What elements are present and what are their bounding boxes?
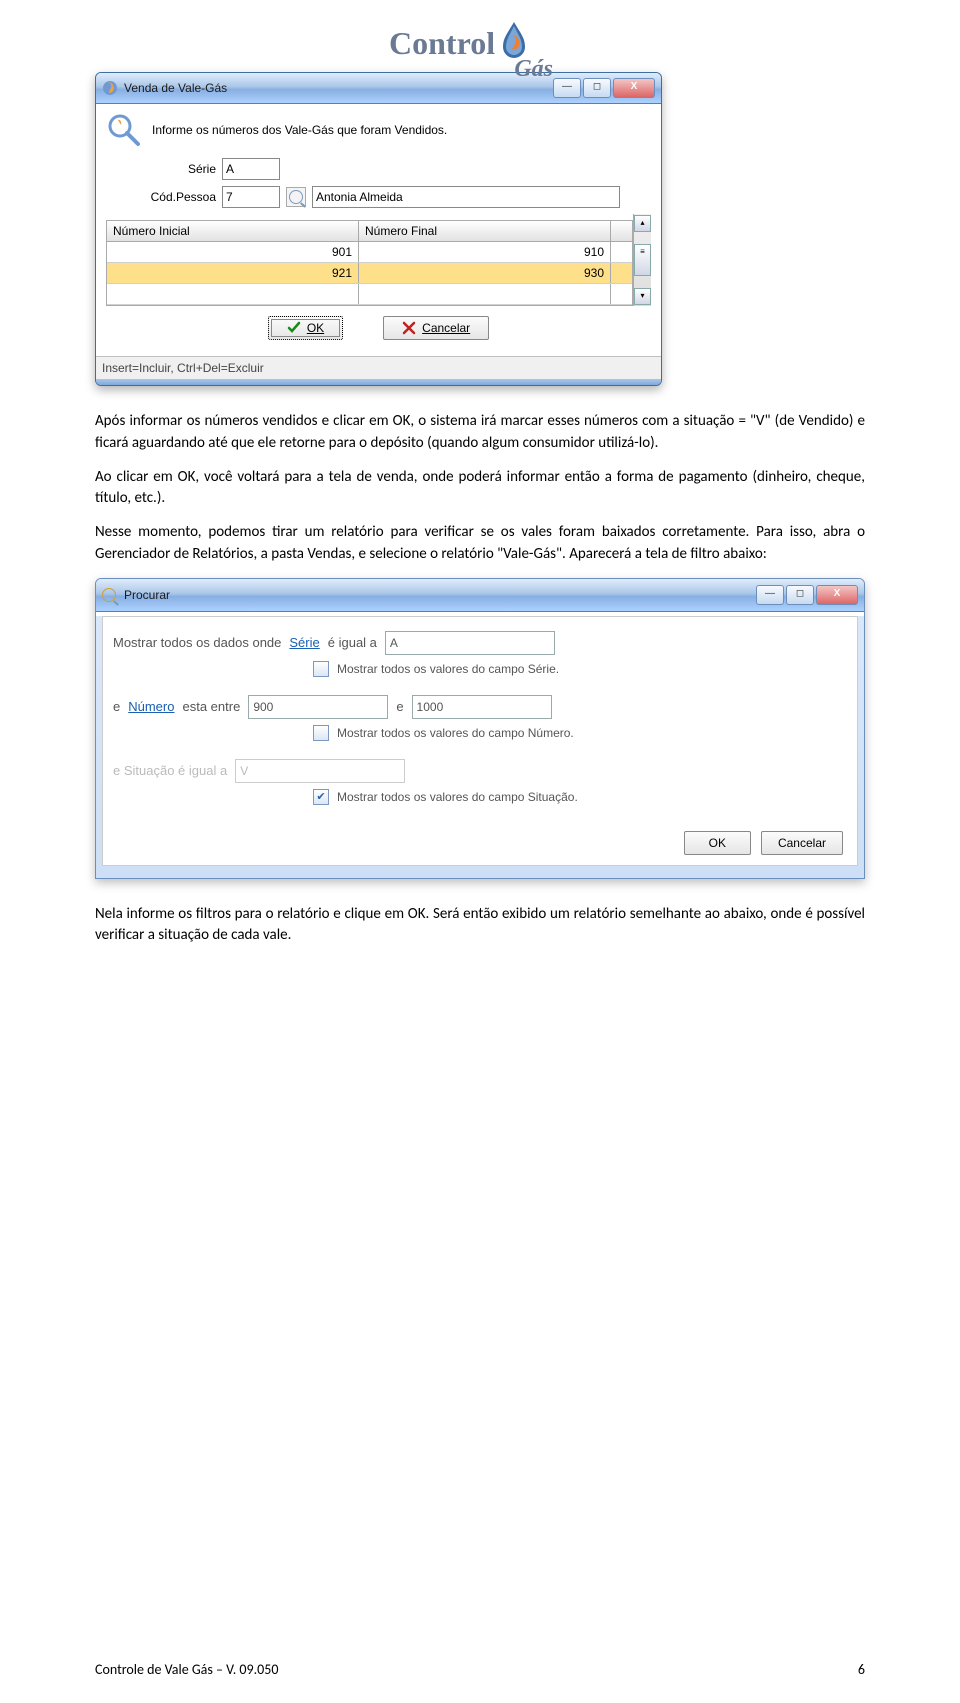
- cancel-label: Cancelar: [422, 321, 470, 335]
- footer-page-number: 6: [858, 1661, 865, 1678]
- maximize-button[interactable]: ◻: [786, 585, 814, 605]
- filter-field-numero[interactable]: Número: [128, 699, 174, 714]
- dialog-icon: [106, 112, 142, 148]
- serie-filter-input[interactable]: A: [385, 631, 555, 655]
- scroll-thumb[interactable]: ≡: [634, 244, 651, 276]
- paragraph: Ao clicar em OK, você voltará para a tel…: [95, 467, 865, 511]
- scrollbar[interactable]: ▴ ≡ ▾: [633, 214, 651, 306]
- table-row[interactable]: 901 910: [107, 242, 632, 263]
- cancel-button[interactable]: Cancelar: [383, 316, 489, 340]
- ok-button[interactable]: OK: [268, 316, 343, 340]
- codpessoa-label: Cód.Pessoa: [146, 190, 216, 204]
- scroll-up-icon[interactable]: ▴: [634, 215, 651, 232]
- search-icon: [102, 588, 116, 602]
- paragraph: Nela informe os filtros para o relatório…: [95, 904, 865, 948]
- ok-label: OK: [709, 836, 726, 850]
- window-procurar: Procurar — ◻ X Mostrar todos os dados on…: [95, 578, 865, 879]
- cancel-button[interactable]: Cancelar: [761, 831, 843, 855]
- cell-ini: 921: [107, 263, 359, 283]
- table-row[interactable]: [107, 284, 632, 305]
- numero-from-input[interactable]: 900: [248, 695, 388, 719]
- serie-input[interactable]: A: [222, 158, 280, 180]
- serie-label: Série: [146, 162, 216, 176]
- flame-drop-icon: [499, 20, 529, 60]
- procurar-title: Procurar: [124, 588, 170, 602]
- cancel-label: Cancelar: [778, 836, 826, 850]
- checkbox-label: Mostrar todos os valores do campo Situaç…: [337, 790, 578, 804]
- cell-ini: 901: [107, 242, 359, 262]
- filter-field-serie[interactable]: Série: [289, 635, 319, 650]
- dialog-info: Informe os números dos Vale-Gás que fora…: [152, 123, 447, 137]
- paragraph: Nesse momento, podemos tirar um relatóri…: [95, 522, 865, 566]
- situacao-filter-input: V: [235, 759, 405, 783]
- paragraph: Após informar os números vendidos e clic…: [95, 411, 865, 455]
- checkbox-serie-all[interactable]: [313, 661, 329, 677]
- titlebar[interactable]: Venda de Vale-Gás — ◻ X: [96, 73, 661, 104]
- scroll-down-icon[interactable]: ▾: [634, 288, 651, 305]
- cell-fim: 910: [359, 242, 611, 262]
- app-icon: [102, 80, 118, 96]
- minimize-button[interactable]: —: [756, 585, 784, 605]
- logo-text-1: Control: [389, 25, 495, 61]
- checkbox-label: Mostrar todos os valores do campo Número…: [337, 726, 574, 740]
- ok-button[interactable]: OK: [684, 831, 751, 855]
- codpessoa-input[interactable]: 7: [222, 186, 280, 208]
- filter-text-disabled: e Situação é igual a: [113, 763, 227, 778]
- checkbox-label: Mostrar todos os valores do campo Série.: [337, 662, 559, 676]
- filter-text-mid: é igual a: [328, 635, 377, 650]
- numero-to-input[interactable]: 1000: [412, 695, 552, 719]
- search-icon: [289, 190, 303, 204]
- statusbar: Insert=Incluir, Ctrl+Del=Excluir: [96, 356, 661, 379]
- filter-text-pre: Mostrar todos os dados onde: [113, 635, 281, 650]
- lookup-button[interactable]: [286, 187, 306, 207]
- col-numero-inicial[interactable]: Número Inicial: [107, 221, 359, 241]
- window-frame-bottom: [96, 379, 661, 385]
- pessoa-nome-input[interactable]: Antonia Almeida: [312, 186, 620, 208]
- close-icon: [402, 321, 416, 335]
- checkbox-situacao-all[interactable]: ✔: [313, 789, 329, 805]
- filter-text-e: e: [396, 699, 403, 714]
- ok-label: OK: [307, 321, 324, 335]
- check-icon: [287, 321, 301, 335]
- close-button[interactable]: X: [816, 585, 858, 605]
- minimize-button[interactable]: —: [553, 78, 581, 98]
- checkbox-numero-all[interactable]: [313, 725, 329, 741]
- col-numero-final[interactable]: Número Final: [359, 221, 611, 241]
- footer-left: Controle de Vale Gás – V. 09.050: [95, 1661, 278, 1678]
- logo: Control Gás: [95, 20, 865, 62]
- logo-text-2: Gás: [514, 56, 553, 82]
- filter-text-mid: esta entre: [182, 699, 240, 714]
- window-venda-vale-gas: Venda de Vale-Gás — ◻ X Informe os númer…: [95, 72, 662, 386]
- maximize-button[interactable]: ◻: [583, 78, 611, 98]
- table-row[interactable]: 921 930: [107, 263, 632, 284]
- close-button[interactable]: X: [613, 78, 655, 98]
- filter-text-pre: e: [113, 699, 120, 714]
- window-title: Venda de Vale-Gás: [124, 81, 227, 95]
- cell-fim: 930: [359, 263, 611, 283]
